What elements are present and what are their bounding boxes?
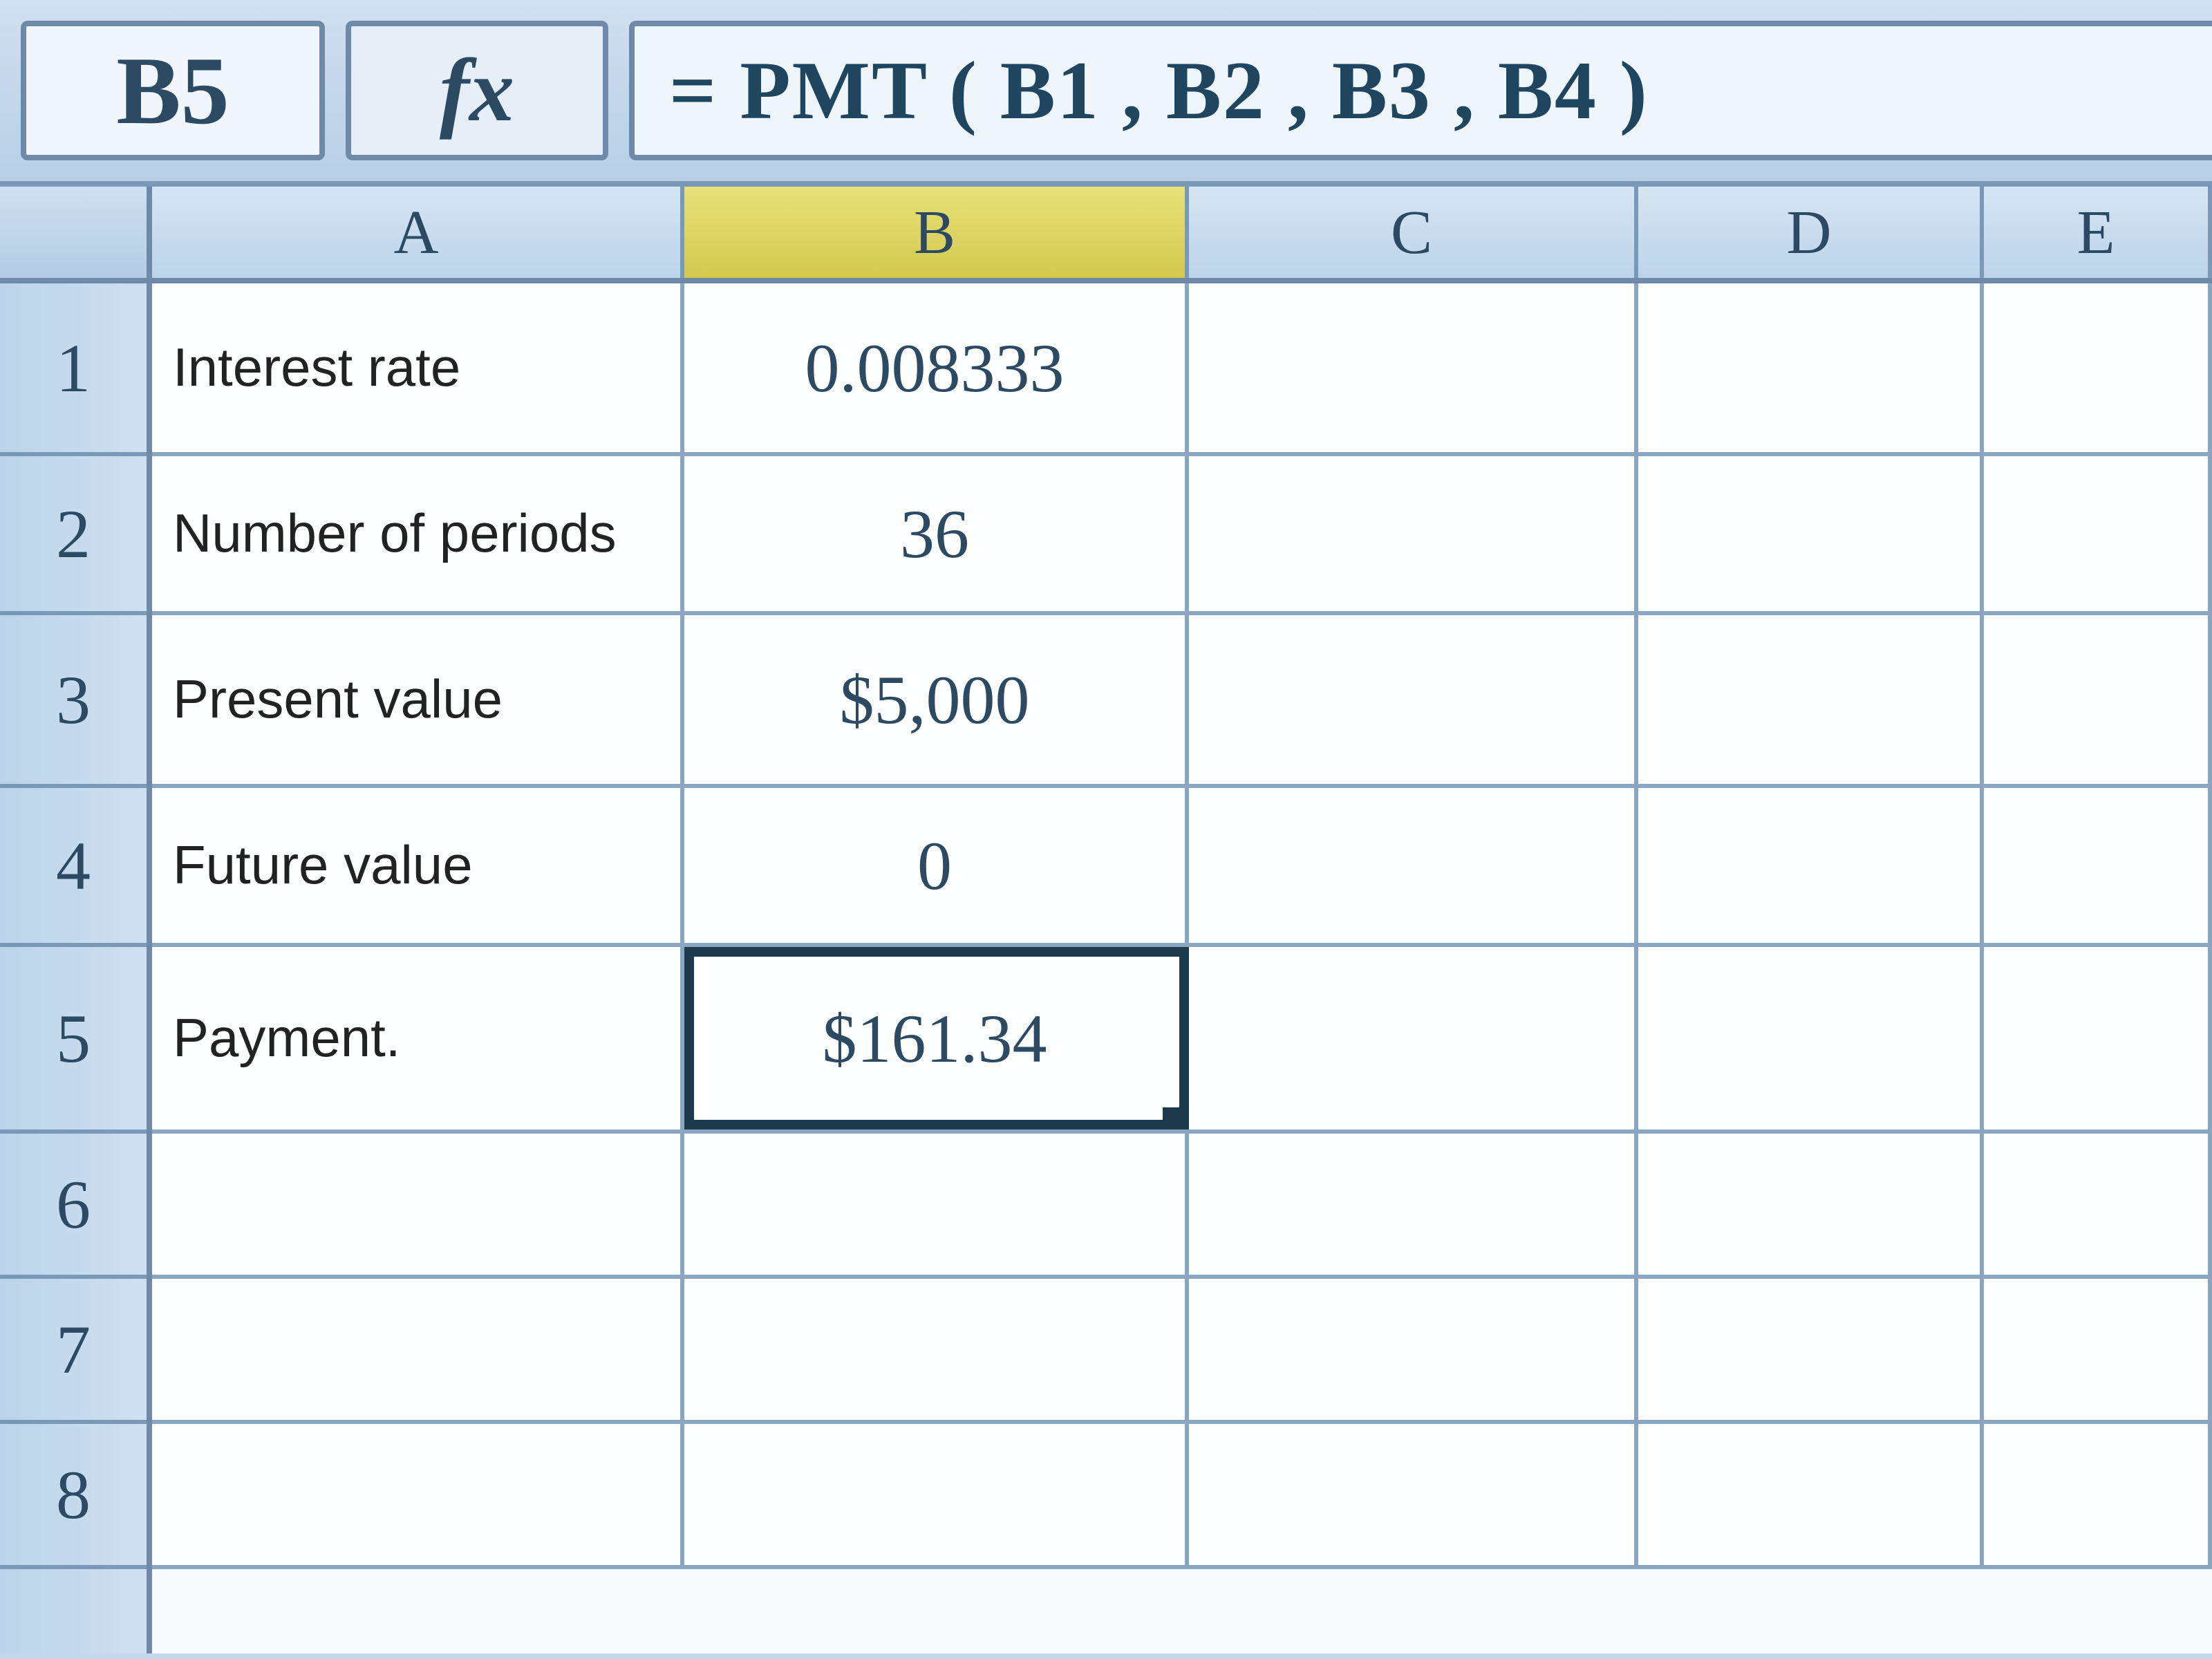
cell-A7[interactable]	[152, 1279, 684, 1420]
cell-D6[interactable]	[1638, 1134, 1984, 1275]
cell-E8[interactable]	[1984, 1424, 2212, 1565]
row-header-4[interactable]: 4	[0, 788, 147, 947]
cells-area: Interest rate 0.008333 Number of periods…	[152, 283, 2212, 1653]
cell-A5[interactable]: Payment.	[152, 947, 684, 1130]
table-row	[152, 1134, 2212, 1279]
cell-B1[interactable]: 0.008333	[684, 283, 1189, 452]
cell-B8[interactable]	[684, 1424, 1189, 1565]
cell-E7[interactable]	[1984, 1279, 2212, 1420]
fx-button[interactable]: fx	[346, 21, 608, 160]
cell-A2[interactable]: Number of periods	[152, 456, 684, 611]
cell-C4[interactable]	[1189, 788, 1638, 943]
cell-C2[interactable]	[1189, 456, 1638, 611]
column-header-D[interactable]: D	[1638, 187, 1984, 278]
cell-B4[interactable]: 0	[684, 788, 1189, 943]
cell-A6[interactable]	[152, 1134, 684, 1275]
table-row: Interest rate 0.008333	[152, 283, 2212, 456]
cell-D3[interactable]	[1638, 615, 1984, 784]
cell-D1[interactable]	[1638, 283, 1984, 452]
cell-B2[interactable]: 36	[684, 456, 1189, 611]
cell-C3[interactable]	[1189, 615, 1638, 784]
spreadsheet-grid: A B C D E 1 2 3 4 5 6 7 8 Interest rate …	[0, 187, 2212, 1653]
cell-A3[interactable]: Present value	[152, 615, 684, 784]
table-row: Number of periods 36	[152, 456, 2212, 615]
name-box[interactable]: B5	[21, 21, 325, 160]
cell-E6[interactable]	[1984, 1134, 2212, 1275]
cell-C6[interactable]	[1189, 1134, 1638, 1275]
cell-B7[interactable]	[684, 1279, 1189, 1420]
table-row: Future value 0	[152, 788, 2212, 947]
row-header-8[interactable]: 8	[0, 1424, 147, 1569]
row-header-7[interactable]: 7	[0, 1279, 147, 1424]
cell-A8[interactable]	[152, 1424, 684, 1565]
column-header-C[interactable]: C	[1189, 187, 1638, 278]
column-header-A[interactable]: A	[152, 187, 684, 278]
select-all-corner[interactable]	[0, 187, 152, 278]
cell-E1[interactable]	[1984, 283, 2212, 452]
formula-input[interactable]: = PMT ( B1 , B2 , B3 , B4 )	[629, 21, 2212, 160]
row-header-5[interactable]: 5	[0, 947, 147, 1134]
cell-D8[interactable]	[1638, 1424, 1984, 1565]
cell-D4[interactable]	[1638, 788, 1984, 943]
table-row	[152, 1279, 2212, 1424]
cell-B3[interactable]: $5,000	[684, 615, 1189, 784]
table-row: Payment. $161.34	[152, 947, 2212, 1134]
cell-A1[interactable]: Interest rate	[152, 283, 684, 452]
column-header-B[interactable]: B	[684, 187, 1189, 278]
cell-B6[interactable]	[684, 1134, 1189, 1275]
cell-C1[interactable]	[1189, 283, 1638, 452]
column-headers: A B C D E	[0, 187, 2212, 283]
cell-E3[interactable]	[1984, 615, 2212, 784]
cell-C5[interactable]	[1189, 947, 1638, 1130]
row-headers: 1 2 3 4 5 6 7 8	[0, 283, 152, 1653]
cell-D5[interactable]	[1638, 947, 1984, 1130]
cell-A4[interactable]: Future value	[152, 788, 684, 943]
cell-E5[interactable]	[1984, 947, 2212, 1130]
cell-E2[interactable]	[1984, 456, 2212, 611]
table-row: Present value $5,000	[152, 615, 2212, 788]
row-header-2[interactable]: 2	[0, 456, 147, 615]
cell-D7[interactable]	[1638, 1279, 1984, 1420]
table-row	[152, 1424, 2212, 1569]
formula-bar: B5 fx = PMT ( B1 , B2 , B3 , B4 )	[0, 0, 2212, 187]
row-header-1[interactable]: 1	[0, 283, 147, 456]
cell-C7[interactable]	[1189, 1279, 1638, 1420]
cell-C8[interactable]	[1189, 1424, 1638, 1565]
cell-D2[interactable]	[1638, 456, 1984, 611]
row-header-3[interactable]: 3	[0, 615, 147, 788]
row-header-6[interactable]: 6	[0, 1134, 147, 1279]
column-header-E[interactable]: E	[1984, 187, 2212, 278]
cell-E4[interactable]	[1984, 788, 2212, 943]
cell-B5[interactable]: $161.34	[684, 947, 1189, 1130]
